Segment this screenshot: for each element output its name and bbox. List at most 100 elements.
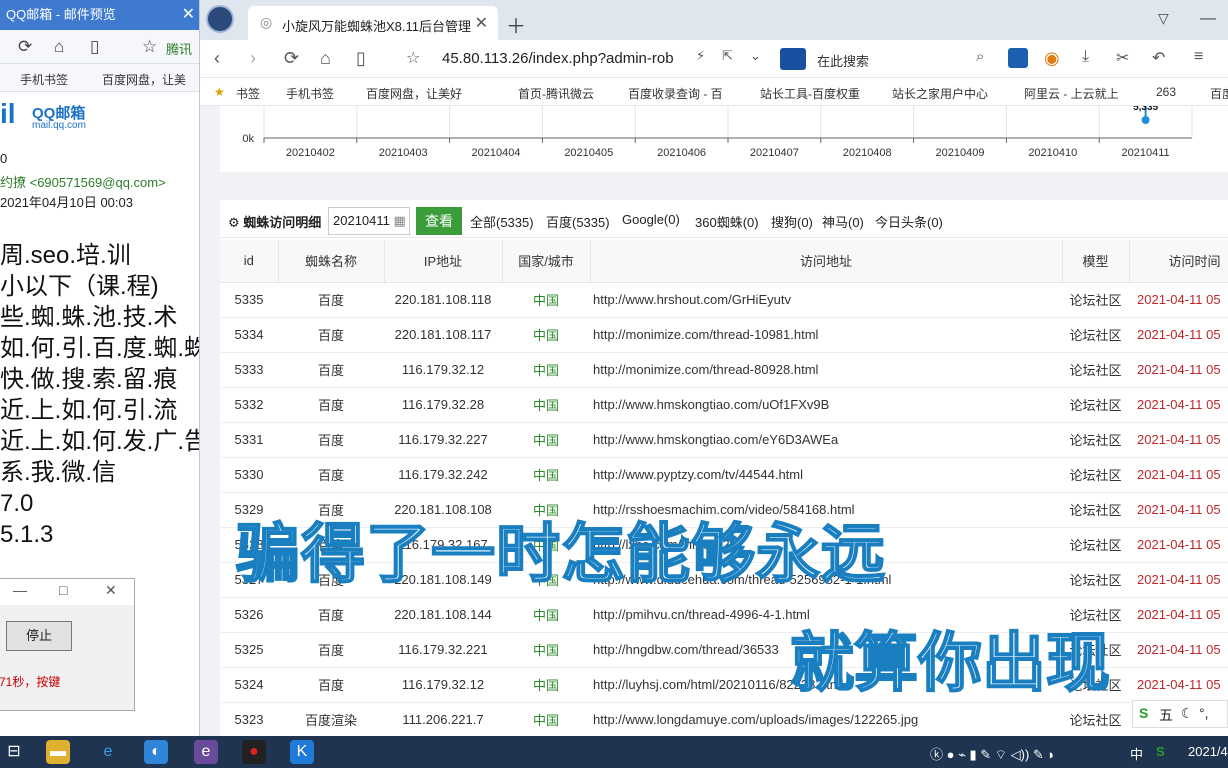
star-icon[interactable]: ☆ [142,37,157,57]
bookmark-item[interactable]: 阿里云 - 上云就上 [1024,85,1120,102]
logo-subtext: mail.qq.com [32,120,86,131]
close-icon[interactable]: ✕ [182,0,195,30]
chevron-down-icon[interactable]: ⌄ [750,48,761,64]
refresh-icon[interactable]: ⟳ [18,37,32,57]
taskview-icon[interactable]: ⊟ [2,740,26,764]
query-button[interactable]: 查看 [416,207,462,235]
close-icon[interactable]: ✕ [105,582,117,599]
data-point[interactable] [1141,116,1150,124]
bookmark-item[interactable]: 百度收录查询 - 百 [628,85,724,102]
minimize-icon[interactable]: — [13,582,27,598]
col-header: id [220,240,279,283]
game-icon[interactable]: ◉ [1044,48,1060,69]
refresh-icon[interactable]: ⟳ [284,48,299,69]
bookmark-item[interactable]: 百度网盘，让美 [102,71,186,88]
sogou-tray-icon[interactable]: S [1156,744,1165,759]
lightning-icon[interactable]: ⚡ [696,48,705,64]
folder-icon[interactable]: ▬ [46,740,70,764]
avatar[interactable] [206,5,234,33]
ie-icon[interactable]: e [96,740,120,764]
filter-sogou[interactable]: 搜狗(0) [771,212,813,231]
close-tab-icon[interactable]: ✕ [475,13,488,33]
bookmark-item[interactable]: 书签 [236,85,260,102]
y-tick-label: 0k [242,133,254,145]
cell-model: 论坛社区 [1062,352,1129,388]
bookmark-bar: ★ 书签 手机书签 百度网盘，让美好 首页-腾讯微云 百度收录查询 - 百 站长… [200,78,1228,106]
mail-window-titlebar: QQ邮箱 - 邮件预览 ✕ [0,0,199,30]
app-icon[interactable] [1008,48,1028,68]
search-engine-icon[interactable] [780,48,806,70]
cell-model: 论坛社区 [1062,527,1129,563]
browser-icon[interactable]: ◐ [144,740,168,764]
filter-shenma[interactable]: 神马(0) [822,212,864,231]
cell-country: 中国 [502,667,590,703]
cell-url[interactable]: http://www.hmskongtiao.com/eY6D3AWEa [590,422,1062,458]
search-icon[interactable]: ⌕ [976,48,984,65]
ime-toolbar[interactable]: S 五 ☾ °, [1132,700,1228,728]
cell-id: 5331 [220,422,278,458]
bookmark-item[interactable]: 手机书签 [20,71,68,88]
cell-model: 论坛社区 [1062,422,1129,458]
bookmark-item[interactable]: 站长工具-百度权重 [760,85,860,102]
cell-url[interactable]: http://monimize.com/thread-10981.html [590,317,1062,353]
date-input[interactable]: 20210411 ▦ [328,207,410,235]
reader-icon[interactable]: ▯ [90,37,99,57]
scissors-icon[interactable]: ✂ [1116,48,1129,68]
mail-date: 2021年04月10日 00:03 [0,195,133,210]
filter-360[interactable]: 360蜘蛛(0) [695,212,759,231]
clock[interactable]: 2021/4 [1188,744,1228,759]
bookmark-item[interactable]: 百度网盘，让美好 [366,85,484,102]
address-bar[interactable]: 45.80.113.26/index.php?admin-rob [442,50,674,67]
cell-url[interactable]: http://www.hrshout.com/GrHiEyutv [590,282,1062,318]
record-icon[interactable]: ● [242,740,266,764]
cell-spider: 百度 [278,422,384,458]
reader-icon[interactable]: ▯ [356,48,366,69]
active-tab[interactable]: ◎ 小旋风万能蜘蛛池X8.11后台管理 ✕ [248,6,498,40]
k-app-icon[interactable]: K [290,740,314,764]
share-icon[interactable]: ⇱ [722,48,733,64]
nav-text[interactable]: 腾讯 [166,39,192,58]
cell-url[interactable]: http://www.pyptzy.com/tv/44544.html [590,457,1062,493]
mail-subject: 0 [0,151,8,166]
home-icon[interactable]: ⌂ [54,37,64,57]
filter-toutiao[interactable]: 今日头条(0) [875,212,943,231]
download-icon[interactable]: ⤓ [1082,48,1089,66]
filter-all[interactable]: 全部(5335) [470,212,534,231]
mail-sender[interactable]: 约撩 <690571569@qq.com> [0,174,199,192]
filter-google[interactable]: Google(0) [622,212,680,227]
filter-baidu[interactable]: 百度(5335) [546,212,610,231]
globe-icon: ◎ [260,14,273,30]
mail-window-title: QQ邮箱 - 邮件预览 [6,7,116,22]
forward-icon[interactable]: › [250,48,256,69]
bookmark-item[interactable]: 263 [1156,85,1176,99]
filter-bar: ⚙ 蜘蛛访问明细 20210411 ▦ 查看 全部(5335) 百度(5335)… [220,200,1228,238]
search-input[interactable]: 在此搜索 [817,51,869,70]
menu-icon[interactable]: ≡ [1194,48,1203,66]
maximize-icon[interactable]: □ [59,582,67,598]
cell-url[interactable]: http://www.longdamuye.com/uploads/images… [590,702,1062,736]
cell-ip: 116.179.32.227 [384,422,502,458]
tray-icons[interactable]: ⓚ ● ⌁ ▮ ✎ ⌔ ◁)) ✎ ◗ [930,744,1055,763]
new-tab-icon[interactable]: ＋ [506,10,526,39]
mail-body-line: 周.seo.培.训 [0,242,131,269]
star-icon[interactable]: ☆ [406,48,420,68]
editor-icon[interactable]: e [194,740,218,764]
back-icon[interactable]: ‹ [214,48,220,69]
cell-url[interactable]: http://www.hmskongtiao.com/uOf1FXv9B [590,387,1062,423]
home-icon[interactable]: ⌂ [320,48,331,69]
undo-icon[interactable]: ↶ [1152,48,1165,68]
bookmark-item[interactable]: 手机书签 [286,85,334,102]
cell-time: 2021-04-11 05 [1129,597,1228,633]
bookmark-item[interactable]: 百度 [1210,85,1228,102]
minimize-icon[interactable]: — [1200,10,1216,28]
mail-bookmark-bar: 手机书签 百度网盘，让美 [0,64,199,92]
stop-button[interactable]: 停止 [6,621,72,651]
cell-spider: 百度 [278,282,384,318]
bookmark-item[interactable]: 首页-腾讯微云 [518,85,594,102]
cell-url[interactable]: http://monimize.com/thread-80928.html [590,352,1062,388]
input-language[interactable]: 中 [1130,744,1143,763]
cell-spider: 百度 [278,667,384,703]
pin-icon[interactable]: ▽ [1158,10,1169,27]
col-header: IP地址 [384,240,503,283]
bookmark-item[interactable]: 站长之家用户中心 [892,85,990,102]
